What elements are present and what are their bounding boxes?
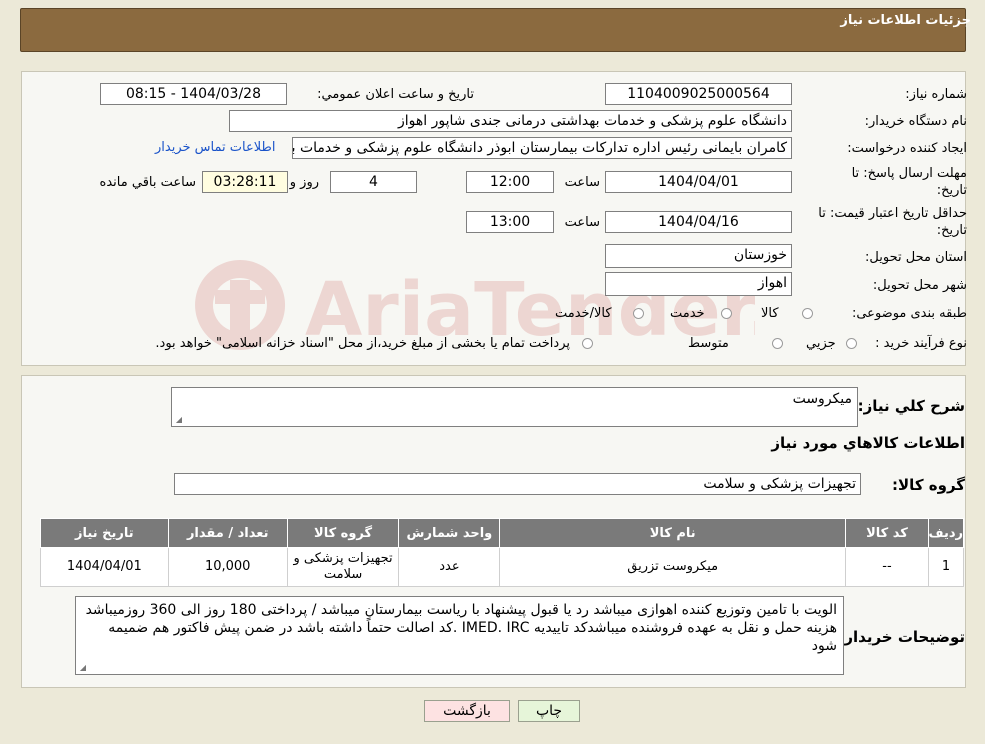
validity-time-field: 13:00 (466, 211, 554, 233)
resize-grip-icon[interactable]: ◢ (78, 664, 86, 672)
category-label: طبقه بندی موضوعی: (851, 306, 967, 321)
province-label: استان محل تحويل: (865, 250, 967, 265)
cell-need-date: 1404/04/01 (40, 547, 169, 587)
days-remaining-field: 4 (330, 171, 417, 193)
process-option-medium: متوسط (688, 336, 729, 351)
items-section-title: اطلاعات كالاهاي مورد نياز (771, 434, 965, 452)
deadline-time-field: 12:00 (466, 171, 554, 193)
city-field: اهواز (605, 272, 792, 296)
col-row-number: رديف (927, 518, 965, 548)
category-radio-service[interactable] (721, 308, 732, 319)
table-row: 1 -- میکروست تزریق عدد تجهیزات پزشکی و س… (40, 547, 965, 587)
col-unit: واحد شمارش (398, 518, 501, 548)
page-header (20, 8, 966, 52)
col-need-date: تاريخ نياز (40, 518, 169, 548)
category-radio-goods[interactable] (802, 308, 813, 319)
process-radio-treasury[interactable] (582, 338, 593, 349)
requester-field: کامران بایمانی رئیس اداره تدارکات بیمارس… (292, 137, 792, 159)
col-quantity: تعداد / مقدار (167, 518, 288, 548)
province-field: خوزستان (605, 244, 792, 268)
process-radio-medium[interactable] (772, 338, 783, 349)
need-number-field: 1104009025000564 (605, 83, 792, 105)
deadline-label-line2: تاريخ: (936, 183, 967, 198)
resize-grip-icon[interactable]: ◢ (174, 416, 182, 424)
back-button[interactable]: بازگشت (424, 700, 510, 722)
deadline-label-line1: مهلت ارسال پاسخ: تا (851, 166, 967, 181)
process-radio-minor[interactable] (846, 338, 857, 349)
col-item-name: نام كالا (499, 518, 846, 548)
page-title: جزئیات اطلاعات نیاز (840, 13, 971, 28)
cell-quantity: 10,000 (167, 547, 288, 587)
deadline-date-field: 1404/04/01 (605, 171, 792, 193)
category-option-goods-service: کالا/خدمت (555, 306, 612, 321)
requester-label: ايجاد کننده درخواست: (847, 141, 967, 156)
goods-group-label: گروه كالا: (892, 476, 965, 494)
buyer-org-field: دانشگاه علوم پزشکی و خدمات بهداشتی درمان… (229, 110, 792, 132)
days-label: روز و (289, 175, 319, 190)
cell-item-group: تجهیزات پزشکی و سلامت (286, 547, 400, 587)
category-option-goods: کالا (761, 306, 779, 321)
validity-label-line2: تاريخ: (936, 223, 967, 238)
cell-item-name: میکروست تزریق (499, 547, 846, 587)
cell-unit: عدد (398, 547, 501, 587)
col-item-code: كد كالا (844, 518, 929, 548)
cell-row-number: 1 (927, 547, 965, 587)
summary-label: شرح كلي نياز: (857, 397, 965, 415)
buyer-contact-link[interactable]: اطلاعات تماس خريدار (155, 140, 275, 155)
validity-time-label: ساعت (564, 215, 600, 230)
buyer-notes-text: الویت با تامین وتوزیع کننده اهوازی میباش… (85, 602, 837, 654)
buyer-org-label: نام دستگاه خريدار: (864, 114, 967, 129)
items-table-header: رديف كد كالا نام كالا واحد شمارش گروه كا… (40, 518, 965, 548)
process-note: پرداخت تمام یا بخشی از مبلغ خرید،از محل … (155, 336, 570, 351)
print-button[interactable]: چاپ (518, 700, 580, 722)
announce-label: تاريخ و ساعت اعلان عمومي: (317, 87, 474, 102)
time-remaining-label: ساعت باقي مانده (99, 175, 196, 190)
need-number-label: شماره نیاز: (905, 87, 967, 102)
col-item-group: گروه كالا (286, 518, 400, 548)
category-option-service: خدمت (670, 306, 705, 321)
buyer-notes-label: توضيحات خريدار: (838, 628, 965, 646)
buyer-notes-field[interactable]: الویت با تامین وتوزیع کننده اهوازی میباش… (75, 596, 844, 675)
cell-item-code: -- (844, 547, 929, 587)
validity-date-field: 1404/04/16 (605, 211, 792, 233)
deadline-time-label: ساعت (564, 175, 600, 190)
city-label: شهر محل تحويل: (872, 278, 967, 293)
category-radio-goods-service[interactable] (633, 308, 644, 319)
goods-group-field: تجهیزات پزشکی و سلامت (174, 473, 861, 495)
items-table: رديف كد كالا نام كالا واحد شمارش گروه كا… (40, 518, 965, 587)
time-remaining-field: 03:28:11 (202, 171, 288, 193)
announce-datetime-field: 1404/03/28 - 08:15 (100, 83, 287, 105)
process-option-minor: جزيي (806, 336, 836, 351)
summary-text: میکروست (792, 391, 852, 407)
process-label: نوع فرآيند خريد : (875, 336, 967, 351)
summary-field[interactable]: میکروست ◢ (171, 387, 858, 427)
validity-label-line1: حداقل تاريخ اعتبار قيمت: تا (818, 206, 967, 221)
